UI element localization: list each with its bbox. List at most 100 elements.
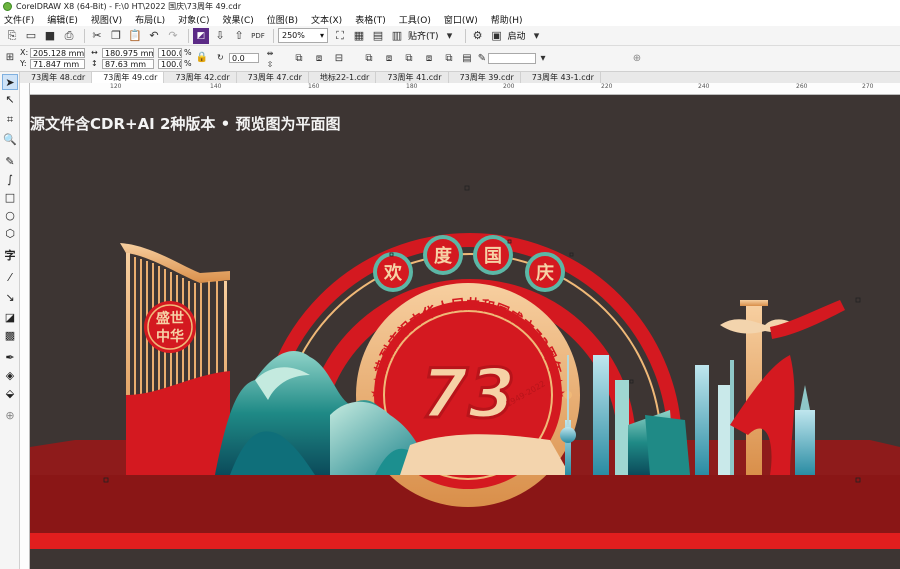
rulers-icon[interactable]: ▦: [351, 28, 367, 44]
mirror-vertical-icon[interactable]: ⇳: [263, 58, 277, 72]
undo-icon[interactable]: ↶: [146, 28, 162, 44]
add-icon[interactable]: ⊕: [2, 408, 18, 424]
banner-circle: 庆: [525, 252, 565, 292]
align-distribute-icon[interactable]: ▤: [460, 52, 474, 66]
transparency-icon[interactable]: ▩: [2, 328, 18, 344]
redo-icon[interactable]: ↷: [165, 28, 181, 44]
interactive-fill-icon[interactable]: ◈: [2, 368, 18, 384]
percent-label: %: [184, 59, 192, 68]
menu-edit[interactable]: 编辑(E): [47, 13, 78, 26]
application-launcher-icon[interactable]: ▣: [489, 28, 505, 44]
object-origin-icon[interactable]: ⊞: [3, 51, 17, 65]
rotation-field[interactable]: 0.0: [229, 53, 259, 63]
connector-tool-icon[interactable]: ↘: [2, 290, 18, 306]
text-tool-icon[interactable]: 字: [2, 248, 18, 264]
guidelines-icon[interactable]: ▥: [389, 28, 405, 44]
tab-document-active[interactable]: 73周年 49.cdr: [92, 72, 165, 83]
import-icon[interactable]: ⇩: [212, 28, 228, 44]
menu-tools[interactable]: 工具(O): [399, 13, 431, 26]
paste-icon[interactable]: 📋: [127, 28, 143, 44]
y-position-field[interactable]: 71.847 mm: [30, 59, 85, 69]
menu-layout[interactable]: 布局(L): [135, 13, 165, 26]
full-screen-icon[interactable]: ⛶: [332, 28, 348, 44]
search-content-icon[interactable]: ◩: [193, 27, 209, 44]
chevron-down-icon[interactable]: ▾: [536, 52, 550, 66]
menu-file[interactable]: 文件(F): [4, 13, 34, 26]
export-icon[interactable]: ⇧: [231, 28, 247, 44]
publish-pdf-icon[interactable]: PDF: [250, 28, 266, 44]
coreldraw-logo-icon: [3, 1, 12, 11]
star-icon: ★: [370, 386, 381, 400]
width-field[interactable]: 180.975 mm: [102, 48, 154, 58]
zoom-tool-icon[interactable]: 🔍: [2, 132, 18, 148]
chevron-down-icon[interactable]: ▾: [529, 28, 545, 44]
crop-tool-icon[interactable]: ⌗: [2, 112, 18, 128]
tab-document[interactable]: 73周年 47.cdr: [237, 72, 309, 83]
trim-icon[interactable]: ⧉: [402, 52, 416, 66]
scale-height-field[interactable]: 100.0: [158, 59, 182, 69]
polygon-tool-icon[interactable]: ⬡: [2, 226, 18, 242]
scale-width-field[interactable]: 100.0: [158, 48, 182, 58]
rectangle-tool-icon[interactable]: □: [2, 190, 18, 206]
percent-label: %: [184, 48, 192, 57]
tab-document[interactable]: 73周年 39.cdr: [449, 72, 521, 83]
menu-table[interactable]: 表格(T): [355, 13, 386, 26]
menu-bitmaps[interactable]: 位图(B): [267, 13, 298, 26]
group-icon[interactable]: ⧉: [292, 52, 306, 66]
open-folder-icon[interactable]: ▭: [23, 28, 39, 44]
ungroup-icon[interactable]: ⧈: [312, 52, 326, 66]
drawing-canvas[interactable]: ★热烈庆祝中华人民共和国成立73周年★ 73 1949-2022 欢 度 国 庆: [30, 95, 900, 569]
horizontal-ruler[interactable]: 120 140 160 180 200 220 240 260 270: [30, 83, 900, 95]
tab-document[interactable]: 73周年 42.cdr: [164, 72, 237, 83]
artistic-media-icon[interactable]: ∫: [2, 172, 18, 188]
ungroup-all-icon[interactable]: ⊟: [332, 52, 346, 66]
simplify-icon[interactable]: ⧉: [442, 52, 456, 66]
x-position-field[interactable]: 205.128 mm: [30, 48, 85, 58]
drop-shadow-icon[interactable]: ◪: [2, 310, 18, 326]
ellipse-tool-icon[interactable]: ○: [2, 208, 18, 224]
banner-circle: 国: [473, 235, 513, 275]
smart-fill-icon[interactable]: ⬙: [2, 386, 18, 402]
new-document-icon[interactable]: ⎘: [4, 28, 20, 44]
combine-icon[interactable]: ⧉: [362, 52, 376, 66]
menu-object[interactable]: 对象(C): [178, 13, 209, 26]
weld-icon[interactable]: ⧈: [382, 52, 396, 66]
add-icon[interactable]: ⊕: [630, 52, 644, 66]
chevron-down-icon[interactable]: ▾: [442, 28, 458, 44]
chevron-down-icon: ▾: [319, 31, 324, 40]
vertical-ruler[interactable]: [20, 83, 30, 569]
parallel-dimension-icon[interactable]: ⁄: [2, 270, 18, 286]
shape-tool-icon[interactable]: ↖: [2, 92, 18, 108]
print-icon[interactable]: ⎙: [61, 28, 77, 44]
tab-document[interactable]: 73周年 41.cdr: [376, 72, 449, 83]
cut-icon[interactable]: ✂: [89, 28, 105, 44]
save-icon[interactable]: ■: [42, 28, 58, 44]
outline-width-field[interactable]: [488, 53, 536, 64]
ruler-label: 120: [110, 83, 122, 90]
copy-icon[interactable]: ❐: [108, 28, 124, 44]
banner-circle: 欢: [373, 252, 413, 292]
pick-tool-icon[interactable]: ➤: [2, 74, 18, 90]
tab-document[interactable]: 地标22-1.cdr: [309, 72, 377, 83]
toolbar-divider: [273, 28, 274, 43]
launch-menu[interactable]: 启动: [508, 29, 526, 42]
tab-document[interactable]: 73周年 48.cdr: [20, 72, 93, 83]
zoom-level-combo[interactable]: 250% ▾: [278, 28, 328, 43]
tab-document[interactable]: 73周年 43-1.cdr: [521, 72, 601, 83]
menu-help[interactable]: 帮助(H): [491, 13, 523, 26]
menu-effects[interactable]: 效果(C): [222, 13, 253, 26]
toolbar-divider: [464, 28, 466, 43]
outline-pen-icon[interactable]: ✎: [475, 52, 489, 66]
intersect-icon[interactable]: ⧈: [422, 52, 436, 66]
height-field[interactable]: 87.63 mm: [102, 59, 154, 69]
artwork: ★热烈庆祝中华人民共和国成立73周年★ 73 1949-2022 欢 度 国 庆: [30, 185, 900, 549]
menu-text[interactable]: 文本(X): [311, 13, 342, 26]
menu-view[interactable]: 视图(V): [91, 13, 122, 26]
lock-ratio-icon[interactable]: 🔒: [195, 51, 209, 65]
menu-window[interactable]: 窗口(W): [444, 13, 478, 26]
gear-icon[interactable]: ⚙: [470, 28, 486, 44]
eyedropper-icon[interactable]: ✒: [2, 350, 18, 366]
grid-icon[interactable]: ▤: [370, 28, 386, 44]
snap-to-menu[interactable]: 贴齐(T): [408, 29, 439, 42]
freehand-tool-icon[interactable]: ✎: [2, 154, 18, 170]
